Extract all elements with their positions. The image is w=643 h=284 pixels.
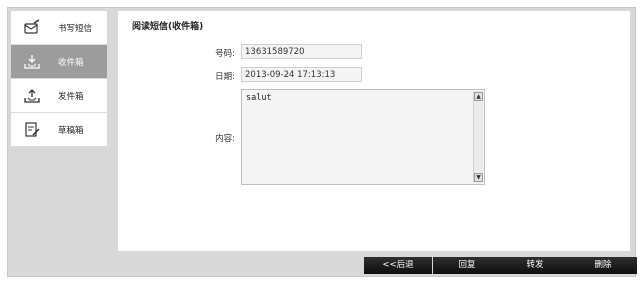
sidebar-item-compose[interactable]: 书写短信 bbox=[11, 11, 107, 45]
content-textarea[interactable]: salut ▲ ▼ bbox=[241, 89, 485, 185]
sidebar-item-drafts[interactable]: 草稿箱 bbox=[11, 113, 107, 147]
date-label: 日期: bbox=[215, 72, 235, 82]
inbox-icon bbox=[23, 53, 41, 71]
forward-button[interactable]: 转发 bbox=[501, 257, 569, 274]
drafts-icon bbox=[23, 121, 41, 139]
number-label: 号码: bbox=[215, 49, 235, 59]
sidebar-item-inbox[interactable]: 收件箱 bbox=[11, 45, 107, 79]
sidebar: 书写短信 收件箱 发件箱 草稿箱 bbox=[11, 11, 107, 147]
sidebar-item-label: 草稿箱 bbox=[58, 126, 84, 136]
message-panel: 阅读短信(收件箱) 号码: 13631589720 日期: 2013-09-24… bbox=[118, 11, 630, 251]
back-button[interactable]: <<后退 bbox=[364, 257, 432, 274]
delete-button[interactable]: 删除 bbox=[569, 257, 637, 274]
reply-button[interactable]: 回复 bbox=[433, 257, 501, 274]
outbox-icon bbox=[23, 87, 41, 105]
compose-icon bbox=[23, 19, 41, 37]
number-field: 13631589720 bbox=[241, 44, 362, 59]
sidebar-item-label: 发件箱 bbox=[58, 92, 84, 102]
scroll-up-icon[interactable]: ▲ bbox=[474, 92, 483, 101]
content-scrollbar[interactable]: ▲ ▼ bbox=[473, 91, 483, 183]
content-text: salut bbox=[246, 93, 272, 103]
content-label: 内容: bbox=[215, 134, 235, 144]
sidebar-item-label: 收件箱 bbox=[58, 58, 84, 68]
sidebar-item-label: 书写短信 bbox=[58, 24, 93, 34]
sidebar-item-outbox[interactable]: 发件箱 bbox=[11, 79, 107, 113]
scroll-down-icon[interactable]: ▼ bbox=[474, 173, 483, 182]
date-field: 2013-09-24 17:13:13 bbox=[241, 67, 362, 82]
page-title: 阅读短信(收件箱) bbox=[132, 22, 204, 32]
